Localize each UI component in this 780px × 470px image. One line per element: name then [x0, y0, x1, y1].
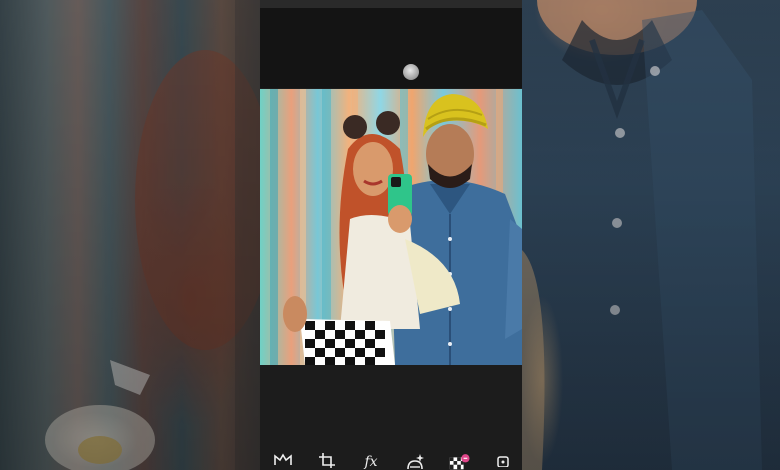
backdrop-right-figure — [522, 0, 762, 470]
loading-spinner — [403, 64, 419, 80]
photo-artwork — [270, 89, 522, 365]
photo-editor-screen: fx — [260, 0, 522, 470]
backdrop-left-figure — [45, 0, 260, 470]
shirt-button-1 — [615, 128, 625, 138]
tool-sticker[interactable] — [448, 453, 470, 470]
tool-effects[interactable]: fx — [360, 453, 382, 470]
blurred-backdrop-right — [522, 0, 780, 470]
checker-bag — [300, 319, 395, 365]
checker-sticker-icon — [449, 454, 470, 470]
shirt-button-3 — [610, 305, 620, 315]
tool-crop[interactable] — [316, 453, 338, 470]
tool-magic[interactable] — [404, 453, 426, 470]
editor-top-bar — [260, 8, 522, 88]
overflow-icon — [497, 456, 509, 467]
shirt-button-4 — [650, 66, 660, 76]
magic-brush-icon — [407, 454, 424, 469]
tool-more[interactable] — [492, 453, 514, 470]
tool-mask[interactable] — [272, 453, 294, 470]
crop-icon — [319, 453, 335, 468]
blurred-backdrop-left — [0, 0, 260, 470]
mask-icon — [274, 453, 292, 465]
shirt-button-2 — [612, 218, 622, 228]
fx-icon: fx — [364, 454, 378, 470]
edited-photo-canvas[interactable] — [260, 89, 522, 365]
status-strip — [260, 0, 522, 8]
editor-toolbar: fx — [260, 453, 522, 470]
